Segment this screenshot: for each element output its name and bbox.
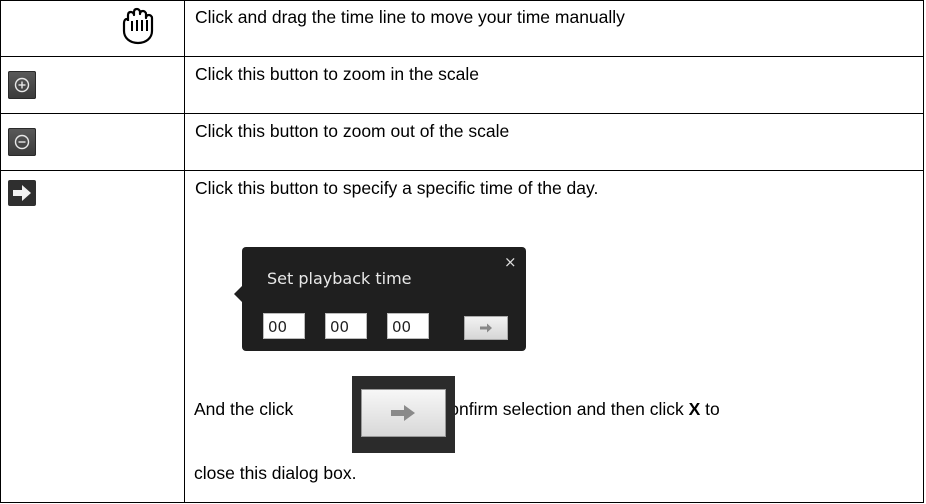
arrow-right-icon bbox=[480, 323, 492, 333]
icon-cell bbox=[0, 170, 185, 503]
set-time-button[interactable] bbox=[8, 180, 36, 207]
table-row: Click this button to specify a specific … bbox=[0, 170, 924, 503]
close-x-label: X bbox=[688, 399, 701, 420]
hand-grab-icon bbox=[119, 5, 159, 45]
icon-cell bbox=[0, 56, 185, 115]
dialog-title: Set playback time bbox=[267, 269, 412, 289]
description-text: Click and drag the time line to move you… bbox=[195, 7, 625, 27]
description-cell: Click this button to zoom in the scale bbox=[184, 56, 924, 115]
description-cell: Click this button to specify a specific … bbox=[184, 170, 924, 503]
table-row: Click this button to zoom in the scale bbox=[0, 56, 924, 115]
minutes-field[interactable]: 00 bbox=[325, 313, 367, 340]
icon-cell bbox=[0, 0, 185, 58]
arrow-right-icon bbox=[391, 405, 415, 422]
description-text: Click this button to specify a specific … bbox=[195, 178, 599, 199]
arrow-right-icon bbox=[13, 185, 31, 202]
confirm-text-to: to bbox=[705, 399, 720, 420]
hours-field[interactable]: 00 bbox=[263, 313, 305, 340]
table-row: Click and drag the time line to move you… bbox=[0, 0, 924, 58]
seconds-field[interactable]: 00 bbox=[387, 313, 429, 340]
confirm-button[interactable] bbox=[361, 389, 446, 438]
zoom-in-button[interactable] bbox=[8, 71, 36, 100]
description-text: Click this button to zoom out of the sca… bbox=[195, 121, 510, 142]
confirm-button-illustration bbox=[352, 376, 455, 454]
description-cell: Click and drag the time line to move you… bbox=[184, 0, 924, 58]
description-cell: Click this button to zoom out of the sca… bbox=[184, 113, 924, 172]
icon-cell bbox=[0, 113, 185, 172]
zoom-in-icon bbox=[14, 77, 30, 93]
confirm-instruction: And the click to confirm selection and t… bbox=[194, 399, 720, 420]
close-icon[interactable]: × bbox=[504, 253, 517, 271]
dialog-go-button[interactable] bbox=[464, 316, 508, 341]
zoom-out-button[interactable] bbox=[8, 128, 36, 157]
help-table: Click and drag the time line to move you… bbox=[0, 0, 924, 503]
zoom-out-icon bbox=[14, 135, 30, 150]
confirm-instruction-continued: close this dialog box. bbox=[194, 463, 357, 484]
description-text: Click this button to zoom in the scale bbox=[195, 64, 480, 85]
set-playback-time-dialog: Set playback time × 00 00 00 bbox=[242, 247, 526, 352]
confirm-text-after: to confirm selection and then click bbox=[421, 399, 684, 420]
confirm-text-before: And the click bbox=[194, 399, 294, 420]
table-row: Click this button to zoom out of the sca… bbox=[0, 113, 924, 172]
